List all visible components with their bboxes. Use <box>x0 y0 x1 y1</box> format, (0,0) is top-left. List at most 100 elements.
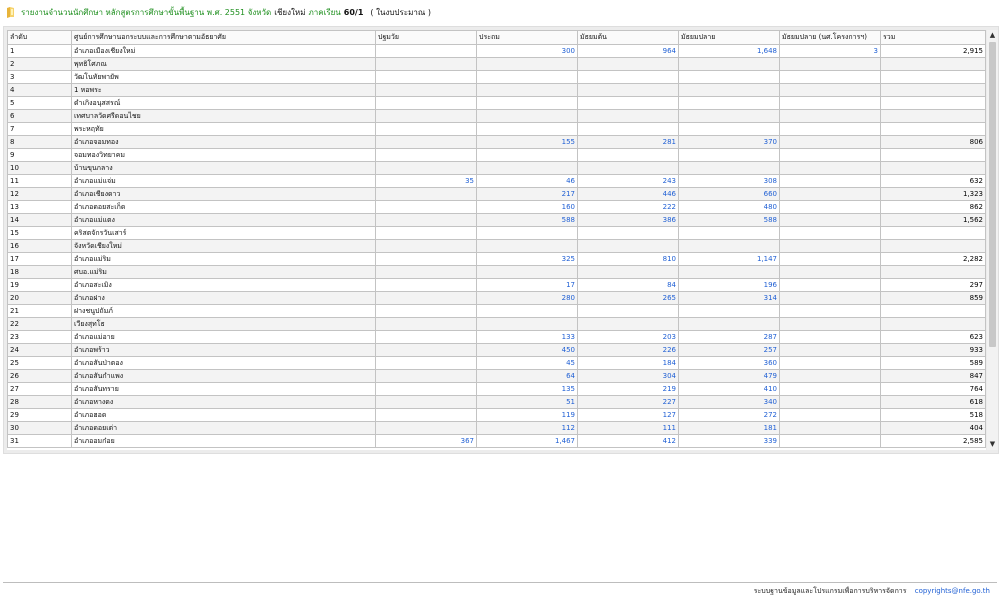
cell-primary: 51 <box>476 395 578 409</box>
cell-center-name: อำเภอเชียงดาว <box>71 187 376 201</box>
table-row[interactable]: 18 ศบอ.แม่ริม <box>7 265 986 279</box>
cell-row-number: 7 <box>7 122 72 136</box>
table-row[interactable]: 5 ดำเกิงอนุสสรณ์ <box>7 96 986 110</box>
cell-lower-secondary: 964 <box>577 44 679 58</box>
table-row[interactable]: 3 วัฒโนทัยพายัพ <box>7 70 986 84</box>
table-row[interactable]: 8 อำเภอจอมทอง 155 281 370 806 <box>7 135 986 149</box>
cell-early-childhood <box>375 70 477 84</box>
table-row[interactable]: 9 จอมทองวิทยาคม <box>7 148 986 162</box>
cell-upper-secondary-project <box>779 304 881 318</box>
cell-lower-secondary: 222 <box>577 200 679 214</box>
cell-upper-secondary: 196 <box>678 278 780 292</box>
cell-upper-secondary-project <box>779 174 881 188</box>
table-row[interactable]: 27 อำเภอสันทราย 135 219 410 764 <box>7 382 986 396</box>
table-row[interactable]: 15 คริสตจักรวันเสาร์ <box>7 226 986 240</box>
cell-upper-secondary <box>678 239 780 253</box>
table-row[interactable]: 30 อำเภอดอยเต่า 112 111 181 404 <box>7 421 986 435</box>
table-row[interactable]: 11 อำเภอแม่แจ่ม 35 46 243 308 632 <box>7 174 986 188</box>
cell-upper-secondary-project <box>779 408 881 422</box>
table-row[interactable]: 22 เวียงสุทโธ <box>7 317 986 331</box>
column-header-no[interactable]: ลำดับ <box>7 30 72 45</box>
cell-row-number: 21 <box>7 304 72 318</box>
table-row[interactable]: 12 อำเภอเชียงดาว 217 446 660 1,323 <box>7 187 986 201</box>
cell-upper-secondary-project <box>779 213 881 227</box>
footer-divider <box>3 582 997 583</box>
column-header-upper-secondary-project[interactable]: มัธยมปลาย (นศ.โครงการฯ) <box>779 30 881 45</box>
scroll-down-arrow-icon[interactable]: ▼ <box>988 440 997 449</box>
scroll-up-arrow-icon[interactable]: ▲ <box>988 31 997 40</box>
cell-upper-secondary: 410 <box>678 382 780 396</box>
cell-upper-secondary: 272 <box>678 408 780 422</box>
table-row[interactable]: 26 อำเภอสันกำแพง 64 304 479 847 <box>7 369 986 383</box>
cell-early-childhood <box>375 369 477 383</box>
cell-total: 589 <box>880 356 986 370</box>
table-row[interactable]: 14 อำเภอแม่แตง 588 386 588 1,562 <box>7 213 986 227</box>
cell-center-name: อำเภอจอมทอง <box>71 135 376 149</box>
cell-early-childhood <box>375 44 477 58</box>
cell-upper-secondary: 257 <box>678 343 780 357</box>
cell-primary <box>476 226 578 240</box>
table-row[interactable]: 28 อำเภอหางดง 51 227 340 618 <box>7 395 986 409</box>
cell-upper-secondary: 1,648 <box>678 44 780 58</box>
column-header-early-childhood[interactable]: ปฐมวัย <box>375 30 477 45</box>
cell-lower-secondary <box>577 70 679 84</box>
cell-upper-secondary <box>678 265 780 279</box>
cell-total <box>880 317 986 331</box>
table-row[interactable]: 7 พระหฤทัย <box>7 122 986 136</box>
table-row[interactable]: 6 เทศบาลวัดศรีดอนไชย <box>7 109 986 123</box>
table-row[interactable]: 2 พุทธิโศภณ <box>7 57 986 71</box>
table-row[interactable]: 19 อำเภอสะเมิง 17 84 196 297 <box>7 278 986 292</box>
cell-upper-secondary-project <box>779 109 881 123</box>
cell-center-name: อำเภอฮอด <box>71 408 376 422</box>
table-row[interactable]: 23 อำเภอแม่อาย 133 203 287 623 <box>7 330 986 344</box>
cell-center-name: อำเภอแม่แจ่ม <box>71 174 376 188</box>
column-header-upper-secondary[interactable]: มัธยมปลาย <box>678 30 780 45</box>
table-row[interactable]: 25 อำเภอสันป่าตอง 45 184 360 589 <box>7 356 986 370</box>
table-row[interactable]: 1 อำเภอเมืองเชียงใหม่ 300 964 1,648 3 2,915 <box>7 44 986 58</box>
table-row[interactable]: 10 บ้านขุนกลาง <box>7 161 986 175</box>
cell-upper-secondary-project <box>779 278 881 292</box>
cell-row-number: 16 <box>7 239 72 253</box>
table-row[interactable]: 20 อำเภอฝาง 280 265 314 859 <box>7 291 986 305</box>
cell-total <box>880 109 986 123</box>
scrollbar-thumb[interactable] <box>989 42 996 347</box>
cell-row-number: 28 <box>7 395 72 409</box>
table-row[interactable]: 31 อำเภออมก๋อย 367 1,467 412 339 2,585 <box>7 434 986 448</box>
column-header-total[interactable]: รวม <box>880 30 986 45</box>
cell-early-childhood <box>375 57 477 71</box>
copyright-link[interactable]: copyrights@nfe.go.th <box>915 587 990 595</box>
cell-upper-secondary-project <box>779 187 881 201</box>
cell-row-number: 9 <box>7 148 72 162</box>
table-row[interactable]: 29 อำเภอฮอด 119 127 272 518 <box>7 408 986 422</box>
cell-row-number: 11 <box>7 174 72 188</box>
column-header-center[interactable]: ศูนย์การศึกษานอกระบบและการศึกษาตามอัธยาศ… <box>71 30 376 45</box>
cell-primary: 217 <box>476 187 578 201</box>
cell-early-childhood <box>375 356 477 370</box>
vertical-scrollbar[interactable]: ▲ ▼ <box>987 30 998 450</box>
cell-lower-secondary <box>577 109 679 123</box>
cell-row-number: 17 <box>7 252 72 266</box>
cell-total: 2,282 <box>880 252 986 266</box>
term-label: ภาคเรียน <box>308 7 341 17</box>
cell-center-name: อำเภอเมืองเชียงใหม่ <box>71 44 376 58</box>
table-row[interactable]: 21 ฝางชนูปถัมภ์ <box>7 304 986 318</box>
cell-lower-secondary <box>577 96 679 110</box>
cell-upper-secondary-project <box>779 369 881 383</box>
cell-upper-secondary-project <box>779 330 881 344</box>
cell-primary: 160 <box>476 200 578 214</box>
column-header-primary[interactable]: ประถม <box>476 30 578 45</box>
cell-upper-secondary-project <box>779 96 881 110</box>
cell-upper-secondary: 360 <box>678 356 780 370</box>
table-row[interactable]: 41 หอพระ <box>7 83 986 97</box>
table-row[interactable]: 16 จังหวัดเชียงใหม่ <box>7 239 986 253</box>
cell-total <box>880 70 986 84</box>
cell-lower-secondary: 304 <box>577 369 679 383</box>
data-grid-viewport[interactable]: ลำดับ ศูนย์การศึกษานอกระบบและการศึกษาตาม… <box>7 30 986 450</box>
table-row[interactable]: 24 อำเภอพร้าว 450 226 257 933 <box>7 343 986 357</box>
cell-center-name: ศบอ.แม่ริม <box>71 265 376 279</box>
cell-primary <box>476 239 578 253</box>
table-row[interactable]: 17 อำเภอแม่ริม 325 810 1,147 2,282 <box>7 252 986 266</box>
cell-upper-secondary <box>678 148 780 162</box>
column-header-lower-secondary[interactable]: มัธยมต้น <box>577 30 679 45</box>
table-row[interactable]: 13 อำเภอดอยสะเก็ด 160 222 480 862 <box>7 200 986 214</box>
